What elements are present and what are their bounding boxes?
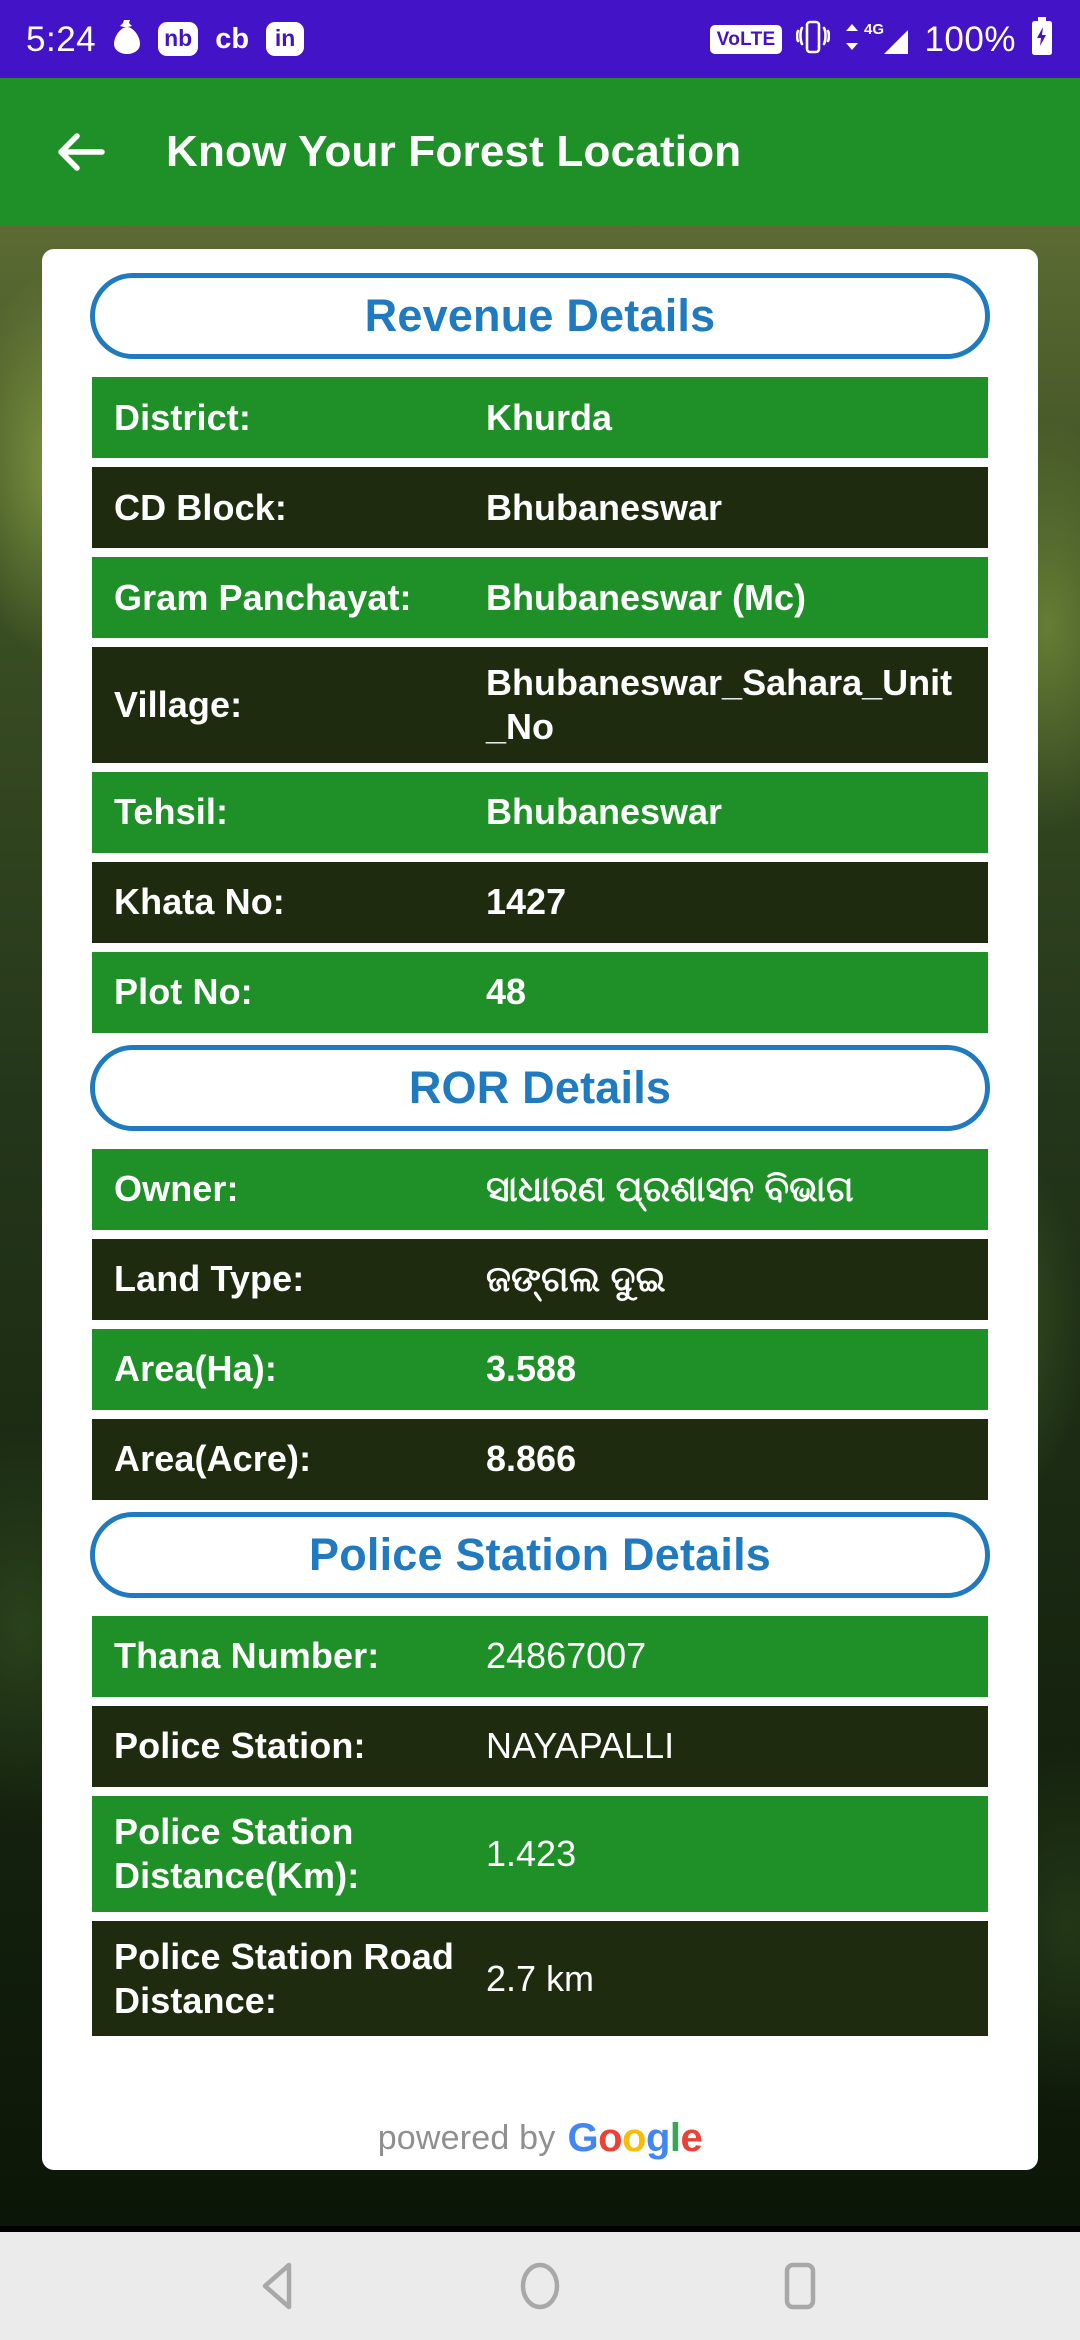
- table-row: Village: Bhubaneswar_Sahara_Unit_No: [92, 647, 988, 763]
- google-logo-e: e: [680, 2116, 703, 2160]
- section-title: ROR Details: [408, 1061, 672, 1113]
- signal-4g-icon: 4G: [844, 18, 910, 61]
- row-value: NAYAPALLI: [486, 1725, 675, 1767]
- app-bar: Know Your Forest Location: [0, 78, 1080, 226]
- status-time: 5:24: [26, 19, 97, 59]
- table-row: Police Station Distance(Km): 1.423: [92, 1795, 988, 1912]
- table-row: Area(Ha): 3.588: [92, 1328, 988, 1410]
- row-value: 1427: [486, 881, 567, 923]
- row-value: ଜଙ୍ଗଲ ଦୁଇ: [486, 1258, 666, 1300]
- row-label: Area(Acre):: [114, 1438, 312, 1480]
- row-label: Land Type:: [114, 1258, 305, 1300]
- table-row: Thana Number: 24867007: [92, 1615, 988, 1697]
- row-label: Police Station:: [114, 1725, 366, 1767]
- section-header-police-station-details[interactable]: Police Station Details: [90, 1511, 990, 1598]
- section-header-ror-details[interactable]: ROR Details: [90, 1044, 990, 1131]
- row-label: Village:: [114, 683, 243, 725]
- money-bag-icon: [113, 19, 141, 60]
- battery-percent-label: 100%: [924, 19, 1016, 59]
- table-row: Gram Panchayat: Bhubaneswar (Mc): [92, 557, 988, 638]
- row-value: Bhubaneswar: [486, 486, 723, 528]
- google-attribution: powered by Google: [42, 2118, 1038, 2158]
- section-title: Police Station Details: [308, 1528, 772, 1580]
- section-title: Revenue Details: [364, 290, 716, 341]
- row-value: 2.7 km: [486, 1957, 595, 1999]
- android-navigation-bar: [0, 2232, 1080, 2340]
- row-value: 24867007: [486, 1635, 647, 1677]
- powered-by-label: powered by: [377, 2118, 556, 2157]
- row-label: Area(Ha):: [114, 1348, 277, 1390]
- linkedin-icon: in: [266, 22, 305, 56]
- table-row: CD Block: Bhubaneswar: [92, 467, 988, 548]
- row-value: 8.866: [486, 1438, 577, 1480]
- back-arrow-icon[interactable]: [50, 121, 112, 183]
- table-row: Khata No: 1427: [92, 861, 988, 943]
- google-logo-g2: g: [645, 2116, 670, 2160]
- revenue-details-rows: District: Khurda CD Block: Bhubaneswar G…: [92, 377, 988, 1033]
- battery-charging-icon: [1030, 16, 1054, 62]
- status-bar: 5:24 nb cb in VoLTE 4G 100%: [0, 0, 1080, 78]
- row-value: ସାଧାରଣ ପ୍ରଶାସନ ବିଭାଗ: [486, 1168, 854, 1210]
- police-station-details-rows: Thana Number: 24867007 Police Station: N…: [92, 1615, 988, 2037]
- table-row: Land Type: ଜଙ୍ଗଲ ଦୁଇ: [92, 1238, 988, 1320]
- vibrate-icon: [796, 18, 831, 61]
- row-label: Gram Panchayat:: [114, 576, 412, 618]
- row-value: Bhubaneswar_Sahara_Unit_No: [486, 662, 953, 747]
- cb-app-icon: cb: [215, 22, 250, 55]
- row-label: Police Station Road Distance:: [114, 1935, 454, 2021]
- details-card: Revenue Details District: Khurda CD Bloc…: [42, 249, 1038, 2170]
- svg-text:4G: 4G: [864, 21, 884, 38]
- row-label: Tehsil:: [114, 791, 229, 833]
- row-label: District:: [114, 396, 251, 438]
- row-label: Khata No:: [114, 881, 285, 923]
- table-row: Police Station: NAYAPALLI: [92, 1705, 988, 1787]
- table-row: District: Khurda: [92, 377, 988, 458]
- row-label: Police Station Distance(Km):: [114, 1810, 360, 1896]
- table-row: Owner: ସାଧାରଣ ପ୍ରଶାସନ ବିଭାଗ: [92, 1148, 988, 1230]
- nav-home-icon[interactable]: [503, 2249, 577, 2323]
- table-row: Area(Acre): 8.866: [92, 1418, 988, 1500]
- google-logo-o2: o: [622, 2116, 646, 2160]
- status-bar-right: VoLTE 4G 100%: [709, 16, 1054, 62]
- row-value: 48: [486, 971, 527, 1013]
- row-label: Plot No:: [114, 971, 253, 1013]
- volte-icon: VoLTE: [709, 24, 783, 54]
- table-row: Police Station Road Distance: 2.7 km: [92, 1920, 988, 2037]
- google-logo-g1: G: [567, 2116, 599, 2160]
- table-row: Tehsil: Bhubaneswar: [92, 771, 988, 853]
- page-title: Know Your Forest Location: [166, 127, 742, 176]
- section-header-revenue-details[interactable]: Revenue Details: [90, 273, 990, 359]
- row-label: Thana Number:: [114, 1635, 380, 1677]
- google-logo-o1: o: [598, 2116, 623, 2160]
- google-logo-l: l: [669, 2116, 681, 2160]
- row-value: Bhubaneswar: [486, 791, 723, 833]
- row-value: Bhubaneswar (Mc): [486, 576, 807, 618]
- status-bar-left: 5:24 nb cb in: [26, 19, 305, 60]
- google-logo: Google: [567, 2118, 702, 2158]
- nav-back-icon[interactable]: [243, 2249, 317, 2323]
- row-value: 1.423: [486, 1832, 577, 1874]
- row-label: Owner:: [114, 1168, 239, 1210]
- nav-recents-icon[interactable]: [763, 2249, 837, 2323]
- ror-details-rows: Owner: ସାଧାରଣ ପ୍ରଶାସନ ବିଭାଗ Land Type: ଜ…: [92, 1148, 988, 1500]
- table-row: Plot No: 48: [92, 951, 988, 1033]
- row-value: 3.588: [486, 1348, 577, 1390]
- row-label: CD Block:: [114, 486, 287, 528]
- row-value: Khurda: [486, 396, 612, 438]
- nb-app-icon: nb: [158, 22, 199, 56]
